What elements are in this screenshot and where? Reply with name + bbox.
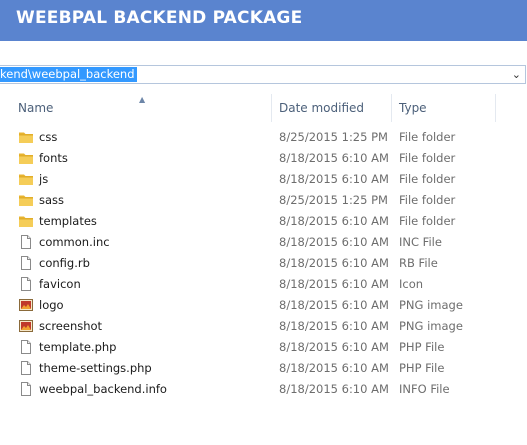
file-icon [18,234,34,250]
column-divider[interactable] [495,94,496,122]
file-name[interactable]: screenshot [39,319,102,333]
address-path[interactable]: kend\weebpal_backend [0,67,137,82]
column-header-row: Name Date modified Type [0,94,527,122]
file-name[interactable]: css [39,130,57,144]
file-icon [18,276,34,292]
file-row[interactable]: templates 8/18/2015 6:10 AM File folder [0,211,527,232]
file-icon [18,255,34,271]
file-date: 8/18/2015 6:10 AM [279,361,389,375]
file-type: File folder [399,214,456,228]
file-date: 8/18/2015 6:10 AM [279,382,389,396]
file-name[interactable]: logo [39,298,64,312]
folder-icon [18,171,34,187]
file-type: PNG image [399,298,463,312]
file-type: INFO File [399,382,450,396]
file-type: PHP File [399,361,445,375]
folder-icon [18,213,34,229]
image-icon [18,318,34,334]
file-date: 8/18/2015 6:10 AM [279,172,389,186]
file-type: Icon [399,277,424,291]
file-date: 8/25/2015 1:25 PM [279,193,388,207]
file-row[interactable]: template.php 8/18/2015 6:10 AM PHP File [0,337,527,358]
file-row[interactable]: weebpal_backend.info 8/18/2015 6:10 AM INF… [0,379,527,400]
file-type: File folder [399,193,456,207]
file-row[interactable]: theme-settings.php 8/18/2015 6:10 AM PHP F… [0,358,527,379]
column-header-type[interactable]: Type [399,101,427,115]
file-name[interactable]: theme-settings.php [39,361,152,375]
page-title: WEEBPAL BACKEND PACKAGE [16,8,303,28]
folder-icon [18,150,34,166]
file-name[interactable]: js [39,172,48,186]
file-row[interactable]: favicon 8/18/2015 6:10 AM Icon [0,274,527,295]
file-date: 8/25/2015 1:25 PM [279,130,388,144]
file-type: File folder [399,130,456,144]
file-list: css 8/25/2015 1:25 PM File folder fonts 8/18… [0,127,527,400]
file-name[interactable]: config.rb [39,256,90,270]
folder-icon [18,129,34,145]
file-date: 8/18/2015 6:10 AM [279,214,389,228]
file-name[interactable]: template.php [39,340,116,354]
file-date: 8/18/2015 6:10 AM [279,256,389,270]
file-row[interactable]: common.inc 8/18/2015 6:10 AM INC File [0,232,527,253]
file-icon [18,339,34,355]
file-row[interactable]: logo 8/18/2015 6:10 AM PNG image [0,295,527,316]
file-date: 8/18/2015 6:10 AM [279,298,389,312]
chevron-down-icon[interactable]: ⌄ [512,66,521,83]
file-type: RB File [399,256,438,270]
file-name[interactable]: common.inc [39,235,110,249]
file-row[interactable]: fonts 8/18/2015 6:10 AM File folder [0,148,527,169]
file-icon [18,381,34,397]
file-row[interactable]: config.rb 8/18/2015 6:10 AM RB File [0,253,527,274]
address-bar[interactable]: kend\weebpal_backend ⌄ [0,65,526,84]
column-header-name[interactable]: Name [18,101,53,115]
file-date: 8/18/2015 6:10 AM [279,235,389,249]
file-name[interactable]: sass [39,193,64,207]
file-date: 8/18/2015 6:10 AM [279,277,389,291]
file-type: PNG image [399,319,463,333]
column-divider[interactable] [271,94,272,122]
file-date: 8/18/2015 6:10 AM [279,340,389,354]
page-banner: WEEBPAL BACKEND PACKAGE [0,0,527,41]
file-name[interactable]: templates [39,214,97,228]
file-type: File folder [399,151,456,165]
file-name[interactable]: fonts [39,151,68,165]
file-row[interactable]: screenshot 8/18/2015 6:10 AM PNG image [0,316,527,337]
folder-icon [18,192,34,208]
file-type: File folder [399,172,456,186]
column-header-date[interactable]: Date modified [279,101,364,115]
file-row[interactable]: css 8/25/2015 1:25 PM File folder [0,127,527,148]
file-type: INC File [399,235,442,249]
column-divider[interactable] [391,94,392,122]
image-icon [18,297,34,313]
file-date: 8/18/2015 6:10 AM [279,151,389,165]
file-icon [18,360,34,376]
file-type: PHP File [399,340,445,354]
file-name[interactable]: weebpal_backend.info [39,382,167,396]
file-row[interactable]: sass 8/25/2015 1:25 PM File folder [0,190,527,211]
file-row[interactable]: js 8/18/2015 6:10 AM File folder [0,169,527,190]
file-date: 8/18/2015 6:10 AM [279,319,389,333]
file-name[interactable]: favicon [39,277,81,291]
